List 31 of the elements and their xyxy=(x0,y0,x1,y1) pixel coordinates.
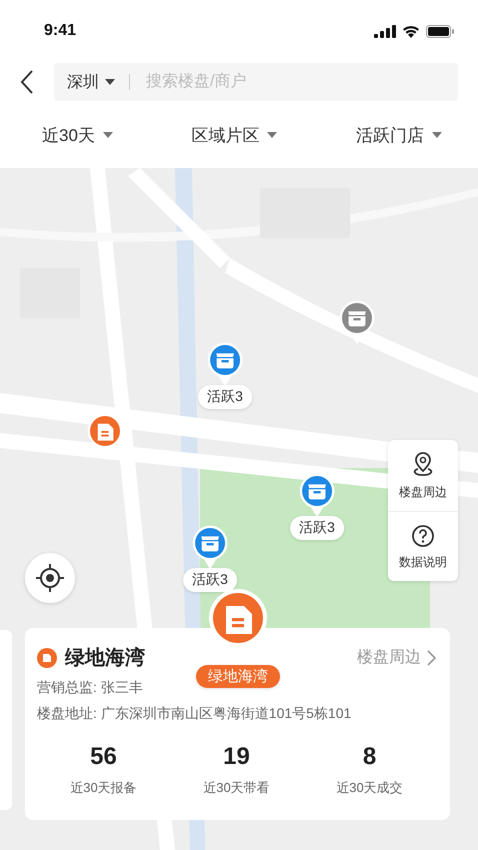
info-text: 营销总监: 张三丰 xyxy=(37,679,144,697)
tool-button[interactable]: 楼盘周边 xyxy=(388,440,458,511)
back-icon[interactable] xyxy=(20,70,34,94)
store-marker-icon[interactable] xyxy=(339,300,375,345)
filter-dropdown[interactable]: 近30天 xyxy=(42,124,113,146)
location-pin-icon xyxy=(411,452,435,478)
marker-label: 绿地海湾 xyxy=(196,665,280,688)
signal-icon xyxy=(374,24,396,38)
building-icon xyxy=(37,648,57,668)
locate-icon xyxy=(35,563,65,593)
stat-value: 8 xyxy=(362,743,376,771)
store-marker-icon[interactable] xyxy=(192,525,228,570)
chevron-icon xyxy=(427,650,436,666)
stat-value: 56 xyxy=(90,743,117,771)
filter-dropdown[interactable]: 活跃门店 xyxy=(356,124,442,146)
stat-label: 近30天成交 xyxy=(336,779,403,797)
filter-dropdown[interactable]: 区域片区 xyxy=(191,124,278,146)
status-time: 9:41 xyxy=(44,22,76,40)
help-icon xyxy=(411,524,435,548)
store-marker-icon[interactable] xyxy=(207,342,243,387)
battery-icon xyxy=(426,24,454,38)
building-name: 绿地海湾 xyxy=(65,646,145,671)
search-field[interactable]: 深圳 搜索楼盘/商户 xyxy=(54,63,458,101)
stat-label: 近30天带看 xyxy=(203,779,270,797)
wifi-icon xyxy=(402,24,420,38)
store-marker-icon[interactable] xyxy=(299,473,335,518)
stat-value: 19 xyxy=(223,743,250,771)
tool-button[interactable]: 数据说明 xyxy=(388,511,458,581)
stat-label: 近30天报备 xyxy=(70,779,137,797)
info-text: 楼盘地址: 广东深圳市南山区粤海街道101号5栋101 xyxy=(37,705,352,723)
city-selector[interactable]: 深圳 xyxy=(67,72,115,92)
